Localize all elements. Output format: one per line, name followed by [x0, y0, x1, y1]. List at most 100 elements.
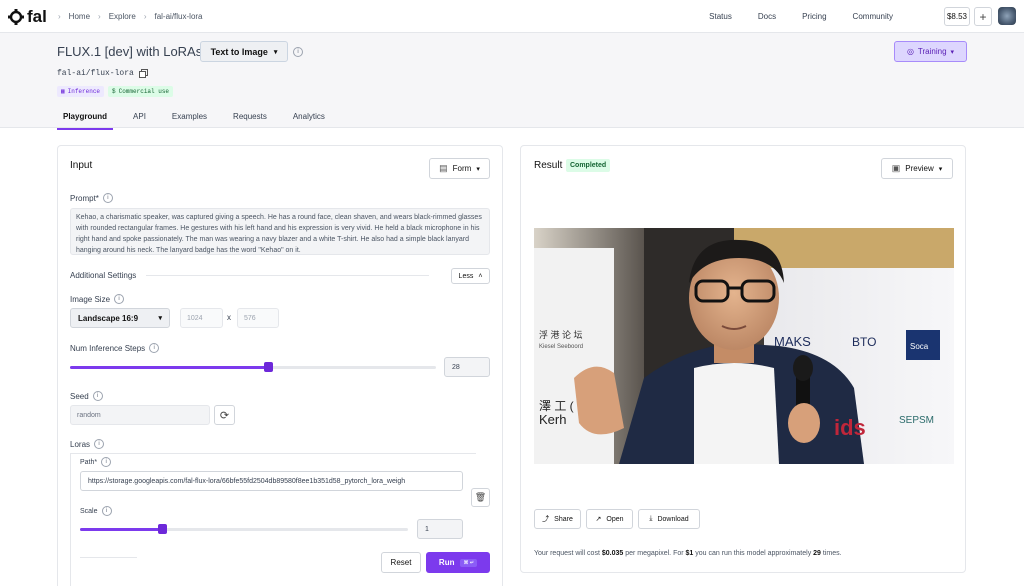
scale-slider-handle[interactable]: [158, 524, 167, 534]
divider: [146, 275, 429, 276]
avatar[interactable]: [998, 7, 1016, 25]
page-title: FLUX.1 [dev] with LoRAs: [57, 44, 203, 59]
open-label: Open: [606, 515, 624, 523]
result-title: Result: [534, 160, 563, 171]
tab-api[interactable]: API: [127, 110, 152, 130]
cost-note: Your request will cost $0.035 per megapi…: [534, 550, 842, 557]
fal-logo-icon: [8, 9, 24, 25]
chevron-up-icon: ˄: [478, 272, 483, 280]
info-icon[interactable]: i: [114, 294, 125, 304]
chevron-right-icon: ›: [143, 12, 147, 21]
credits-balance[interactable]: $8.53: [944, 7, 970, 26]
steps-slider-handle[interactable]: [263, 362, 273, 372]
run-button[interactable]: Run ⌘ ↵: [426, 552, 490, 573]
width-input[interactable]: 1024: [180, 308, 223, 328]
seed-label-text: Seed: [70, 391, 89, 401]
share-button[interactable]: ⤴ Share: [534, 509, 581, 529]
info-icon[interactable]: i: [101, 457, 112, 467]
banner-chinese: 浮 港 论 坛: [539, 329, 583, 340]
image-size-select[interactable]: Landscape 16:9 ▾: [70, 308, 170, 328]
preview-toggle-button[interactable]: ▣ Preview ▾: [881, 158, 953, 179]
height-input[interactable]: 576: [237, 308, 279, 328]
download-label: Download: [657, 515, 689, 523]
tab-examples[interactable]: Examples: [166, 110, 213, 130]
info-icon[interactable]: i: [149, 343, 160, 353]
tab-requests[interactable]: Requests: [227, 110, 273, 130]
steps-input[interactable]: 28: [444, 357, 490, 377]
breadcrumb-model[interactable]: fal-ai/flux-lora: [154, 12, 202, 21]
tab-playground[interactable]: Playground: [57, 110, 114, 130]
sponsor-soca: Soca: [910, 342, 929, 351]
prompt-label: Prompt* i: [70, 193, 113, 203]
prompt-textarea[interactable]: Kehao, a charismatic speaker, was captur…: [70, 208, 490, 255]
cost-mid2: you can run this model approximately: [693, 550, 814, 557]
nav-community[interactable]: Community: [853, 12, 893, 21]
reset-button[interactable]: Reset: [381, 552, 421, 573]
chevron-down-icon: ▾: [476, 165, 480, 173]
cost-post: times.: [820, 550, 842, 557]
info-icon[interactable]: i: [293, 46, 303, 57]
share-icon: ⤴: [542, 516, 550, 523]
commercial-badge-label: Commercial use: [118, 88, 170, 95]
external-link-icon: ↗: [595, 516, 602, 523]
path-label-text: Path*: [80, 458, 98, 466]
refresh-icon: ⟳: [219, 409, 230, 422]
result-image[interactable]: MAKS BTO Soca SEPSM ids 浮 港 论 坛 Kiesel S…: [534, 228, 954, 464]
open-button[interactable]: ↗ Open: [586, 509, 633, 529]
download-button[interactable]: ⤓ Download: [638, 509, 700, 529]
training-icon: ◎: [906, 47, 914, 56]
tab-bar: Playground API Examples Requests Analyti…: [57, 110, 345, 130]
breadcrumb: › Home › Explore › fal-ai/flux-lora: [58, 12, 203, 21]
breadcrumb-explore[interactable]: Explore: [109, 12, 136, 21]
inference-badge-label: Inference: [67, 88, 101, 95]
info-icon[interactable]: i: [92, 391, 103, 401]
banner-left: Kerh: [539, 412, 566, 427]
delete-lora-button[interactable]: 🗑: [471, 488, 490, 507]
image-icon: ▣: [891, 163, 901, 173]
dollar-icon: $: [112, 88, 116, 95]
seed-input[interactable]: random: [70, 405, 210, 425]
mode-label: Text to Image: [210, 46, 268, 57]
steps-label-text: Num Inference Steps: [70, 343, 146, 353]
divider: [80, 557, 137, 558]
add-credits-button[interactable]: +: [974, 7, 992, 26]
chevron-right-icon: ›: [58, 12, 61, 21]
training-dropdown[interactable]: ◎ Training ▾: [894, 41, 967, 62]
info-icon[interactable]: i: [102, 193, 113, 203]
form-toggle-button[interactable]: ▤ Form ▾: [429, 158, 490, 179]
model-id: fal-ai/flux-lora: [57, 69, 148, 78]
banner-sub: Kiesel Seeboord: [539, 344, 583, 350]
mode-dropdown[interactable]: Text to Image ▾: [200, 41, 288, 62]
info-icon[interactable]: i: [94, 439, 105, 449]
nav-docs[interactable]: Docs: [758, 12, 776, 21]
run-shortcut: ⌘ ↵: [460, 558, 478, 567]
image-size-label: Image Size i: [70, 294, 125, 304]
chevron-down-icon: ▾: [950, 48, 955, 56]
nav-pricing[interactable]: Pricing: [802, 12, 826, 21]
loras-label-text: Loras: [70, 439, 91, 449]
refresh-seed-button[interactable]: ⟳: [214, 405, 235, 425]
breadcrumb-home[interactable]: Home: [69, 12, 90, 21]
copy-icon[interactable]: [138, 69, 148, 78]
dimension-separator: x: [227, 313, 231, 322]
chevron-right-icon: ›: [98, 12, 101, 21]
less-button[interactable]: Less ˄: [451, 268, 490, 284]
tab-analytics[interactable]: Analytics: [287, 110, 331, 130]
commercial-badge: $ Commercial use: [108, 86, 174, 97]
trash-icon: 🗑: [474, 492, 487, 502]
sponsor-maks: MAKS: [774, 334, 811, 349]
info-icon[interactable]: i: [101, 506, 112, 516]
scale-label-text: Scale: [80, 507, 98, 515]
nav-status[interactable]: Status: [709, 12, 732, 21]
lora-path-input[interactable]: https://storage.googleapis.com/fal-flux-…: [80, 471, 463, 491]
additional-settings-label: Additional Settings: [70, 271, 137, 280]
loras-label: Loras i: [70, 439, 105, 449]
cost-price: $0.035: [601, 550, 624, 557]
fal-logo[interactable]: fal: [8, 7, 47, 27]
inference-badge: ▦ Inference: [57, 86, 105, 97]
share-label: Share: [554, 515, 573, 523]
run-label: Run: [438, 558, 455, 567]
less-label: Less: [458, 272, 474, 280]
scale-input[interactable]: 1: [417, 519, 463, 539]
input-title: Input: [70, 160, 93, 171]
